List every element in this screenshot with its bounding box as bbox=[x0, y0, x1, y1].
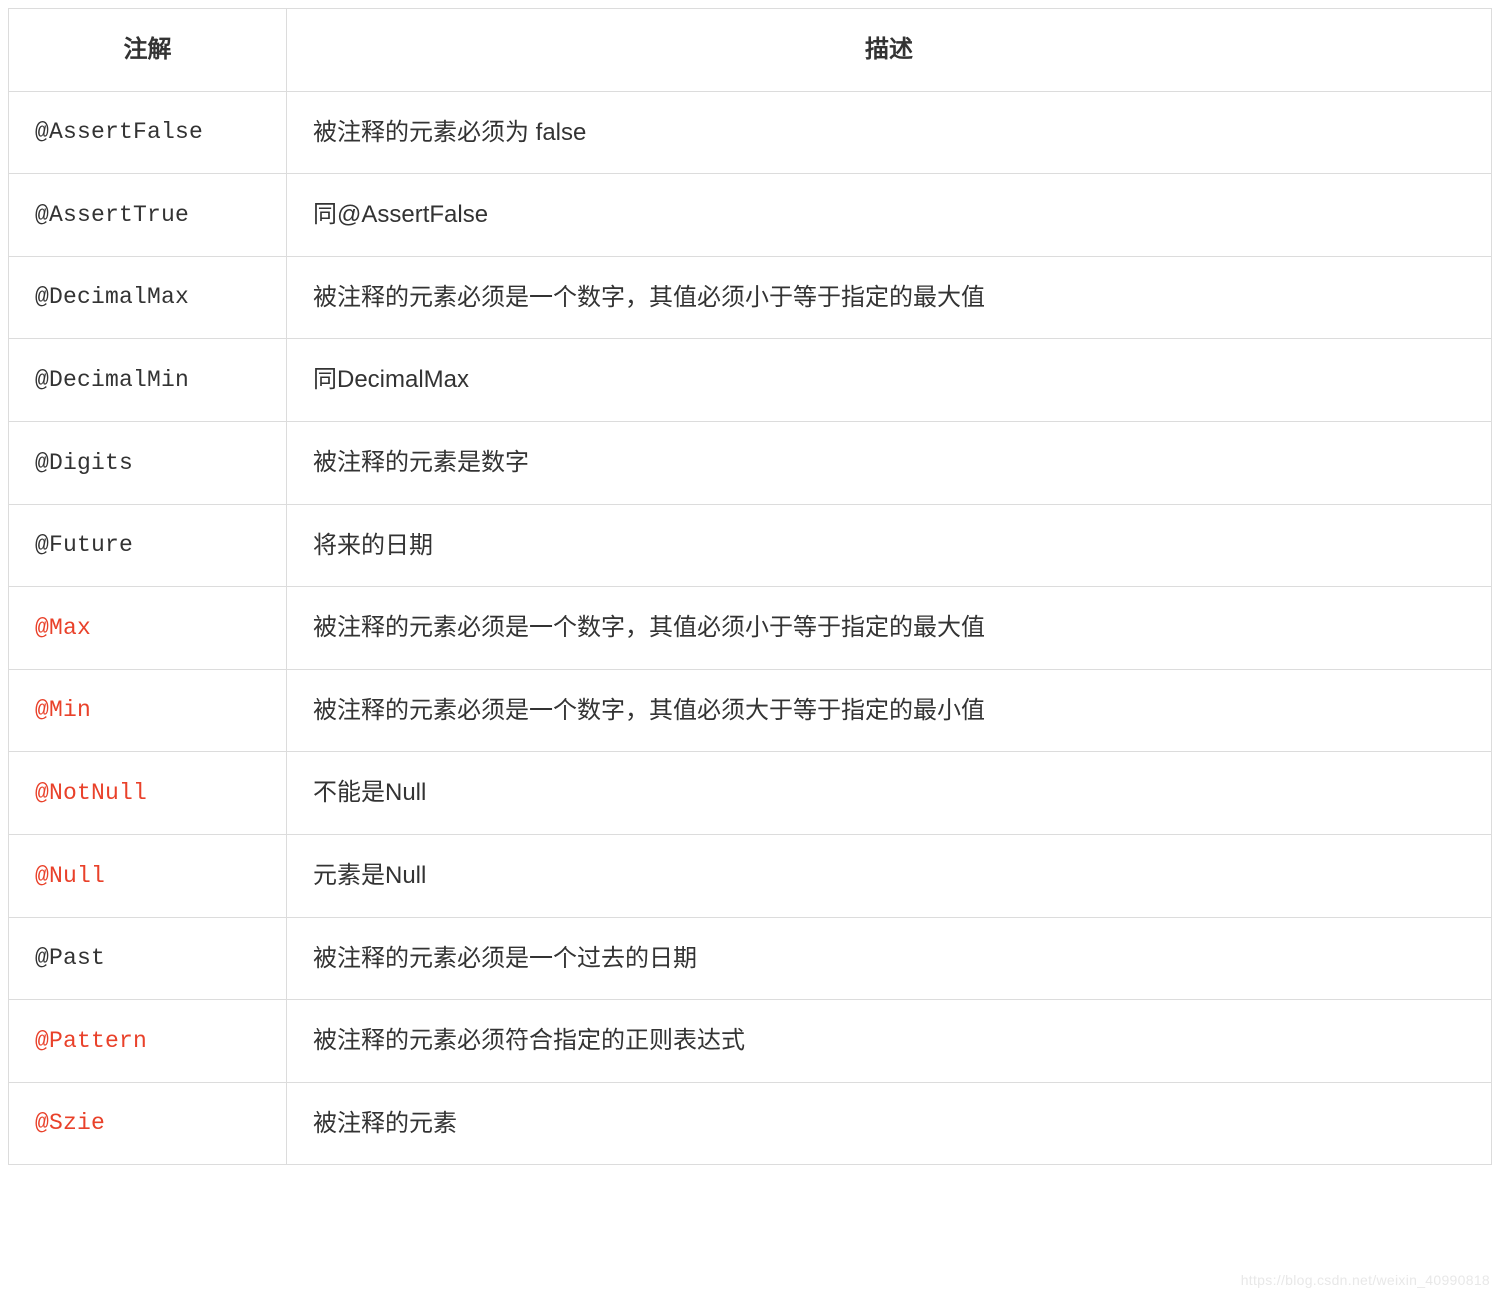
table-body: @AssertFalse被注释的元素必须为 false@AssertTrue同@… bbox=[9, 91, 1492, 1165]
table-row: @DecimalMin同DecimalMax bbox=[9, 339, 1492, 422]
description-cell: 被注释的元素必须是一个数字，其值必须小于等于指定的最大值 bbox=[287, 256, 1492, 339]
table-row: @Szie被注释的元素 bbox=[9, 1082, 1492, 1165]
table-row: @Min被注释的元素必须是一个数字，其值必须大于等于指定的最小值 bbox=[9, 669, 1492, 752]
annotation-table: 注解 描述 @AssertFalse被注释的元素必须为 false@Assert… bbox=[8, 8, 1492, 1165]
table-row: @Null元素是Null bbox=[9, 834, 1492, 917]
annotation-cell: @Future bbox=[9, 504, 287, 587]
annotation-cell: @Past bbox=[9, 917, 287, 1000]
description-cell: 被注释的元素必须为 false bbox=[287, 91, 1492, 174]
annotation-cell: @Szie bbox=[9, 1082, 287, 1165]
annotation-cell: @Pattern bbox=[9, 1000, 287, 1083]
watermark: https://blog.csdn.net/weixin_40990818 bbox=[1241, 1272, 1490, 1288]
table-row: @AssertFalse被注释的元素必须为 false bbox=[9, 91, 1492, 174]
description-cell: 元素是Null bbox=[287, 834, 1492, 917]
description-cell: 不能是Null bbox=[287, 752, 1492, 835]
description-cell: 将来的日期 bbox=[287, 504, 1492, 587]
description-cell: 被注释的元素必须是一个数字，其值必须小于等于指定的最大值 bbox=[287, 587, 1492, 670]
table-row: @NotNull不能是Null bbox=[9, 752, 1492, 835]
description-cell: 同@AssertFalse bbox=[287, 174, 1492, 257]
description-cell: 被注释的元素必须符合指定的正则表达式 bbox=[287, 1000, 1492, 1083]
annotation-cell: @Null bbox=[9, 834, 287, 917]
annotation-cell: @NotNull bbox=[9, 752, 287, 835]
table-row: @Pattern被注释的元素必须符合指定的正则表达式 bbox=[9, 1000, 1492, 1083]
table-header-row: 注解 描述 bbox=[9, 9, 1492, 92]
annotation-cell: @Max bbox=[9, 587, 287, 670]
description-cell: 被注释的元素必须是一个数字，其值必须大于等于指定的最小值 bbox=[287, 669, 1492, 752]
annotation-cell: @Min bbox=[9, 669, 287, 752]
table-row: @Future将来的日期 bbox=[9, 504, 1492, 587]
annotation-cell: @AssertTrue bbox=[9, 174, 287, 257]
table-row: @AssertTrue同@AssertFalse bbox=[9, 174, 1492, 257]
table-row: @Past被注释的元素必须是一个过去的日期 bbox=[9, 917, 1492, 1000]
description-cell: 被注释的元素必须是一个过去的日期 bbox=[287, 917, 1492, 1000]
annotation-cell: @Digits bbox=[9, 421, 287, 504]
header-description: 描述 bbox=[287, 9, 1492, 92]
annotation-cell: @AssertFalse bbox=[9, 91, 287, 174]
annotation-cell: @DecimalMin bbox=[9, 339, 287, 422]
description-cell: 被注释的元素 bbox=[287, 1082, 1492, 1165]
table-row: @DecimalMax被注释的元素必须是一个数字，其值必须小于等于指定的最大值 bbox=[9, 256, 1492, 339]
header-annotation: 注解 bbox=[9, 9, 287, 92]
description-cell: 同DecimalMax bbox=[287, 339, 1492, 422]
description-cell: 被注释的元素是数字 bbox=[287, 421, 1492, 504]
table-row: @Digits被注释的元素是数字 bbox=[9, 421, 1492, 504]
annotation-cell: @DecimalMax bbox=[9, 256, 287, 339]
table-row: @Max被注释的元素必须是一个数字，其值必须小于等于指定的最大值 bbox=[9, 587, 1492, 670]
